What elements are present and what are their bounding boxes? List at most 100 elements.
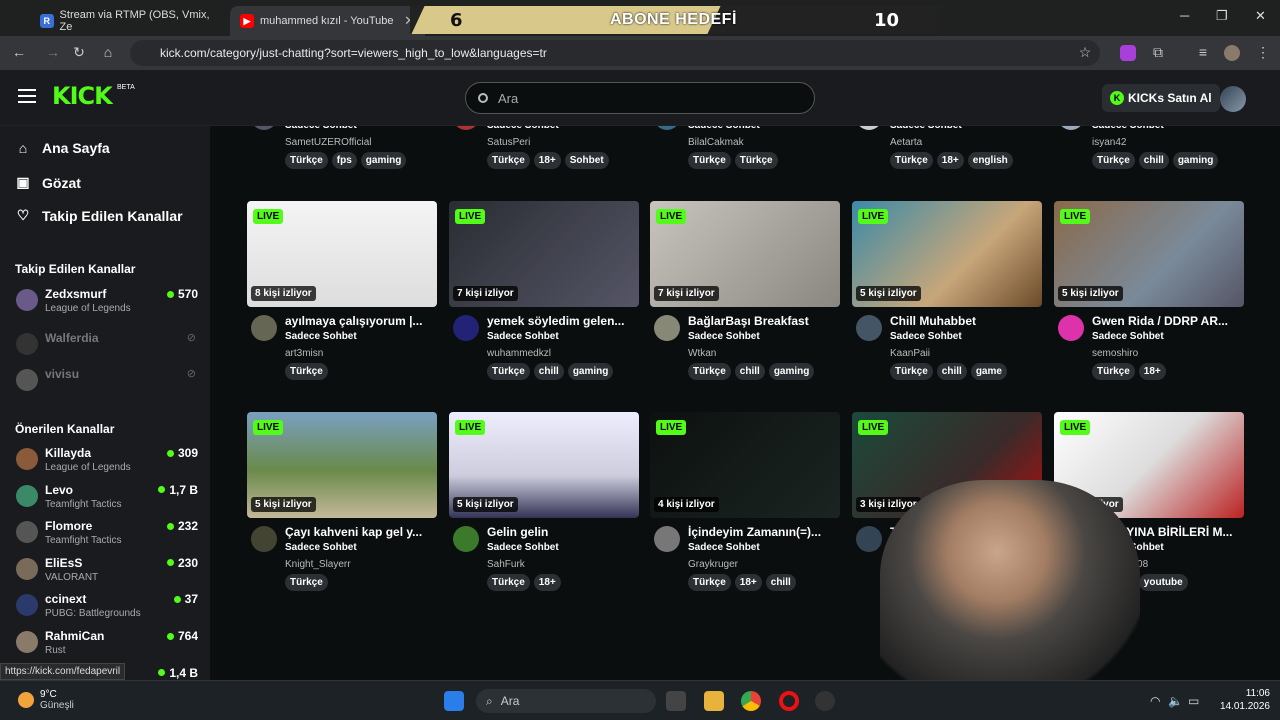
stream-card[interactable]: LIVE 5 kişi izliyor Çayı kahveni kap gel… xyxy=(247,412,437,612)
stream-title[interactable]: Gwen Rida / DDRP AR... xyxy=(1092,314,1242,328)
tag-chip[interactable]: gaming xyxy=(567,363,614,380)
tag-chip[interactable]: Türkçe xyxy=(285,152,328,169)
channel-name[interactable]: semoshiro xyxy=(1092,348,1138,359)
channel-avatar[interactable] xyxy=(654,526,680,552)
stream-category[interactable]: Sadece Sohbet xyxy=(285,331,357,342)
stream-title[interactable]: İçindeyim Zamanın(=)... xyxy=(688,525,838,539)
channel-avatar[interactable] xyxy=(856,526,882,552)
tag-chip[interactable]: Türkçe xyxy=(890,363,933,380)
tag-chip[interactable]: fps xyxy=(331,152,357,169)
stream-category[interactable]: Sadece Sohbet xyxy=(688,542,760,553)
channel-avatar[interactable] xyxy=(654,126,680,130)
stream-thumbnail[interactable]: LIVE 4 kişi izliyor xyxy=(650,412,840,518)
channel-name[interactable]: wuhammedkzl xyxy=(487,348,551,359)
forward-icon[interactable]: → xyxy=(44,44,62,60)
wifi-icon[interactable]: ◠ xyxy=(1150,694,1160,708)
stream-card[interactable]: LIVE 5 kişi izliyor Gelin gelin Sadece S… xyxy=(449,412,639,612)
channel-avatar[interactable] xyxy=(453,526,479,552)
channel-name[interactable]: Knight_Slayerr xyxy=(285,559,351,570)
stream-title[interactable]: Chill Muhabbet xyxy=(890,314,1040,328)
tag-chip[interactable]: Türkçe xyxy=(688,574,731,591)
stream-card[interactable]: LIVE 5 kişi izliyor Chill Muhabbet Sadec… xyxy=(852,201,1042,401)
obs-icon[interactable] xyxy=(815,691,835,711)
tag-chip[interactable]: Türkçe xyxy=(487,363,530,380)
stream-category[interactable]: Sadece Sohbet xyxy=(890,126,962,131)
tag-chip[interactable]: chill xyxy=(533,363,564,380)
back-icon[interactable]: ← xyxy=(10,44,28,60)
stream-category[interactable]: Sadece Sohbet xyxy=(1092,331,1164,342)
channel-avatar[interactable] xyxy=(1058,315,1084,341)
channel-name[interactable]: SatusPeri xyxy=(487,137,530,148)
stream-thumbnail[interactable]: LIVE 5 kişi izliyor xyxy=(852,201,1042,307)
tag-chip[interactable]: 18+ xyxy=(1138,363,1166,380)
recommended-channel[interactable]: RahmiCan Rust 764 xyxy=(16,629,202,663)
tag-chip[interactable]: youtube xyxy=(1138,574,1188,591)
user-avatar[interactable] xyxy=(1220,86,1246,112)
channel-avatar[interactable] xyxy=(856,315,882,341)
channel-name[interactable]: SahFurk xyxy=(487,559,525,570)
chrome-icon[interactable] xyxy=(741,691,761,711)
extension-icon[interactable] xyxy=(1120,45,1136,61)
stream-card[interactable]: 9 kişi izliyor zabaha kadar burdayı... S… xyxy=(1054,126,1244,190)
followed-channel[interactable]: Zedxsmurf League of Legends 570 xyxy=(16,287,202,321)
stream-title[interactable]: BağlarBaşı Breakfast xyxy=(688,314,838,328)
tag-chip[interactable]: Türkçe xyxy=(285,574,328,591)
reload-icon[interactable]: ↻ xyxy=(70,44,88,61)
stream-thumbnail[interactable]: LIVE 7 kişi izliyor xyxy=(650,201,840,307)
tag-chip[interactable]: Türkçe xyxy=(1092,363,1135,380)
recommended-channel[interactable]: Killayda League of Legends 309 xyxy=(16,446,202,480)
weather-widget[interactable]: 9°C Güneşli xyxy=(18,689,74,711)
channel-avatar[interactable] xyxy=(251,126,277,130)
tag-chip[interactable]: Sohbet xyxy=(564,152,609,169)
menu-hamburger-icon[interactable] xyxy=(18,89,36,103)
stream-card[interactable]: 11 kişi izliyor Günaydın Perisi 💜 | !b..… xyxy=(449,126,639,190)
recommended-channel[interactable]: ccinext PUBG: Battlegrounds 37 xyxy=(16,592,202,626)
tag-chip[interactable]: 18+ xyxy=(936,152,964,169)
buy-kicks-button[interactable]: K KICKs Satın Al xyxy=(1102,84,1220,112)
stream-title[interactable]: ayılmaya çalışıyorum |... xyxy=(285,314,435,328)
stream-category[interactable]: Sadece Sohbet xyxy=(487,126,559,131)
tag-chip[interactable]: Türkçe xyxy=(688,152,731,169)
tag-chip[interactable]: Türkçe xyxy=(285,363,328,380)
stream-thumbnail[interactable]: LIVE 5 kişi izliyor xyxy=(449,412,639,518)
tag-chip[interactable]: Türkçe xyxy=(487,152,530,169)
tag-chip[interactable]: gaming xyxy=(1172,152,1219,169)
tag-chip[interactable]: 18+ xyxy=(734,574,762,591)
browser-tab-rtmp[interactable]: R Stream via RTMP (OBS, Vmix, Ze xyxy=(30,6,230,36)
channel-avatar[interactable] xyxy=(251,315,277,341)
tag-chip[interactable]: Türkçe xyxy=(688,363,731,380)
tag-chip[interactable]: Türkçe xyxy=(1092,152,1135,169)
sidebar-item-home[interactable]: ⌂ Ana Sayfa xyxy=(16,140,110,156)
recommended-channel[interactable]: Flomore Teamfight Tactics 232 xyxy=(16,519,202,553)
minimize-icon[interactable]: ─ xyxy=(1180,8,1189,23)
stream-card[interactable]: LIVE 8 kişi izliyor ayılmaya çalışıyorum… xyxy=(247,201,437,401)
stream-title[interactable]: Gelin gelin xyxy=(487,525,637,539)
channel-name[interactable]: Graykruger xyxy=(688,559,738,570)
stream-card[interactable]: LIVE 7 kişi izliyor yemek söyledim gelen… xyxy=(449,201,639,401)
tag-chip[interactable]: 18+ xyxy=(533,574,561,591)
stream-title[interactable]: yemek söyledim gelen... xyxy=(487,314,637,328)
tag-chip[interactable]: english xyxy=(967,152,1013,169)
stream-category[interactable]: Sadece Sohbet xyxy=(285,542,357,553)
channel-name[interactable]: art3misn xyxy=(285,348,323,359)
stream-card[interactable]: LIVE 5 kişi izliyor Gwen Rida / DDRP AR.… xyxy=(1054,201,1244,401)
tag-chip[interactable]: 18+ xyxy=(533,152,561,169)
stream-card[interactable]: 13 kişi izliyor Hergün yeni bir Ekşın !.… xyxy=(247,126,437,190)
stream-thumbnail[interactable]: LIVE 7 kişi izliyor xyxy=(449,201,639,307)
channel-avatar[interactable] xyxy=(251,526,277,552)
task-view-icon[interactable] xyxy=(666,691,686,711)
stream-title[interactable]: Çayı kahveni kap gel y... xyxy=(285,525,435,539)
browser-menu-icon[interactable]: ⋮ xyxy=(1254,44,1272,61)
channel-avatar[interactable] xyxy=(856,126,882,130)
stream-thumbnail[interactable]: LIVE 5 kişi izliyor xyxy=(247,412,437,518)
tag-chip[interactable]: Türkçe xyxy=(890,152,933,169)
stream-thumbnail[interactable]: LIVE 5 kişi izliyor xyxy=(1054,201,1244,307)
followed-channel[interactable]: vivisu ⊘ xyxy=(16,367,202,401)
clock[interactable]: 11:06 14.01.2026 xyxy=(1220,687,1270,713)
channel-avatar[interactable] xyxy=(453,315,479,341)
profile-avatar[interactable] xyxy=(1224,45,1240,61)
media-control-icon[interactable]: ≡ xyxy=(1194,44,1212,60)
stream-card[interactable]: 9 kişi izliyor study with me - klinik f.… xyxy=(852,126,1042,190)
tag-chip[interactable]: gaming xyxy=(768,363,815,380)
home-button-icon[interactable]: ⌂ xyxy=(99,44,117,60)
